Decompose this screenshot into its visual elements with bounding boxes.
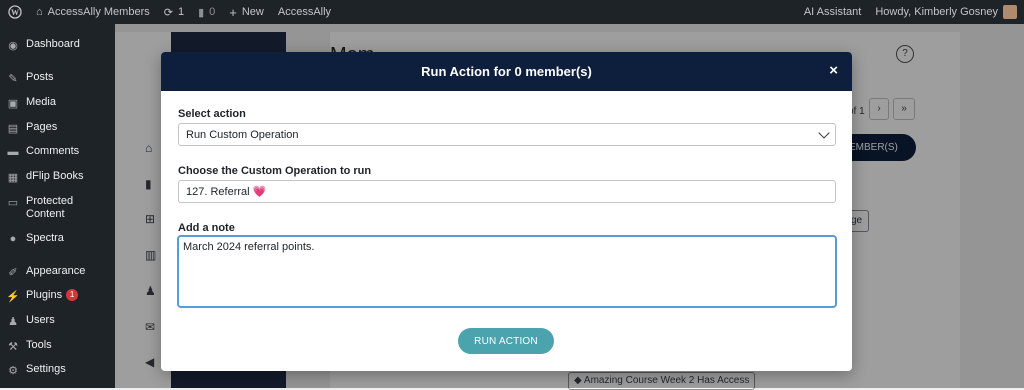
custom-operation-field[interactable]: 127. Referral 💗: [178, 180, 836, 203]
updates-link[interactable]: ⟳ 1: [157, 0, 191, 24]
chevron-down-icon: [818, 127, 830, 139]
close-icon[interactable]: ×: [829, 63, 838, 79]
sidebar-item-plugins[interactable]: ⚡ Plugins 1: [0, 289, 115, 304]
new-label: New: [241, 6, 264, 18]
wrench-icon: ⚒: [8, 341, 18, 353]
comment-icon: ▬: [7, 146, 19, 158]
sidebar-item-label: Plugins: [26, 289, 63, 301]
admin-bar: W ⌂ AccessAlly Members ⟳ 1 ▮ 0 + New Acc…: [0, 0, 1024, 24]
accessally-link[interactable]: AccessAlly: [271, 0, 338, 24]
sidebar-item-label: Appearance: [26, 265, 86, 277]
comment-bubble-icon: ▮: [198, 6, 205, 19]
sidebar-item-dflip-books[interactable]: ▦ dFlip Books: [0, 170, 115, 185]
site-name-link[interactable]: ⌂ AccessAlly Members: [29, 0, 157, 24]
sidebar-item-label: Pages: [26, 121, 58, 133]
sidebar-item-comments[interactable]: ▬ Comments: [0, 145, 115, 160]
select-action-value: Run Custom Operation: [186, 128, 299, 141]
updates-count: 1: [177, 6, 185, 18]
sidebar-item-label: Media: [26, 96, 56, 108]
sidebar-item-label: Protected Content: [26, 195, 74, 220]
media-icon: ▣: [7, 98, 19, 110]
sidebar-item-pages[interactable]: ▤ Pages: [0, 121, 115, 136]
howdy-label: Howdy, Kimberly Gosney: [875, 6, 998, 18]
wordpress-logo-icon[interactable]: W: [0, 0, 29, 24]
sidebar-item-label: Users: [26, 314, 55, 326]
sidebar-item-label: Settings: [26, 363, 66, 375]
account-menu[interactable]: Howdy, Kimberly Gosney: [868, 0, 1024, 24]
sidebar-item-dashboard[interactable]: ◉ Dashboard: [0, 38, 115, 53]
settings-icon: ⚙: [8, 365, 18, 377]
brush-icon: ✐: [8, 267, 18, 279]
sidebar-item-label: Posts: [26, 71, 54, 83]
sidebar-item-protected-content[interactable]: ▭ Protected Content: [0, 195, 115, 221]
note-textarea[interactable]: March 2024 referral points.: [178, 236, 836, 307]
sidebar-item-label: dFlip Books: [26, 170, 84, 182]
plus-icon: +: [229, 4, 237, 20]
spectra-icon: ●: [9, 233, 17, 245]
ai-assistant-link[interactable]: AI Assistant: [797, 0, 868, 24]
run-action-modal: Run Action for 0 member(s) × Select acti…: [161, 52, 852, 371]
sidebar-item-label: Spectra: [26, 232, 64, 244]
folder-icon: ▭: [7, 197, 19, 209]
comments-count: 0: [209, 6, 216, 18]
sidebar-item-media[interactable]: ▣ Media: [0, 96, 115, 111]
sidebar-item-posts[interactable]: ✎ Posts: [0, 71, 115, 86]
modal-title: Run Action for 0 member(s): [421, 64, 592, 79]
update-count-badge: 1: [66, 289, 79, 301]
sidebar-item-tools[interactable]: ⚒ Tools: [0, 339, 115, 354]
select-action-label: Select action: [178, 108, 246, 120]
book-icon: ▦: [7, 172, 19, 184]
sidebar-item-label: Comments: [26, 145, 80, 157]
run-action-button[interactable]: RUN ACTION: [458, 328, 554, 354]
accessally-label: AccessAlly: [277, 6, 332, 18]
comments-link[interactable]: ▮ 0: [191, 0, 222, 24]
dashboard-icon: ◉: [8, 40, 18, 52]
custom-operation-label: Choose the Custom Operation to run: [178, 165, 372, 177]
pin-icon: ✎: [8, 73, 18, 85]
sidebar-item-label: Dashboard: [26, 38, 80, 50]
pages-icon: ▤: [7, 123, 19, 135]
svg-text:W: W: [11, 8, 19, 17]
note-label: Add a note: [178, 222, 235, 234]
ai-assistant-label: AI Assistant: [803, 6, 862, 18]
home-icon: ⌂: [36, 6, 43, 18]
sidebar-item-label: Tools: [26, 339, 52, 351]
sidebar-item-users[interactable]: ♟ Users: [0, 314, 115, 329]
user-icon: ♟: [8, 316, 18, 328]
new-content-link[interactable]: + New: [222, 0, 271, 24]
refresh-icon: ⟳: [163, 6, 173, 19]
site-name: AccessAlly Members: [47, 6, 150, 18]
modal-header: Run Action for 0 member(s) ×: [161, 52, 852, 91]
select-action-dropdown[interactable]: Run Custom Operation: [178, 123, 836, 146]
sidebar-item-settings[interactable]: ⚙ Settings: [0, 363, 115, 378]
avatar: [1003, 5, 1017, 19]
custom-operation-value: 127. Referral 💗: [186, 186, 267, 198]
sidebar-item-appearance[interactable]: ✐ Appearance: [0, 265, 115, 280]
admin-sidebar: ◉ Dashboard ✎ Posts ▣ Media ▤ Pages ▬ Comment…: [0, 24, 115, 388]
plugin-icon: ⚡: [6, 291, 20, 303]
sidebar-item-spectra[interactable]: ● Spectra: [0, 232, 115, 247]
